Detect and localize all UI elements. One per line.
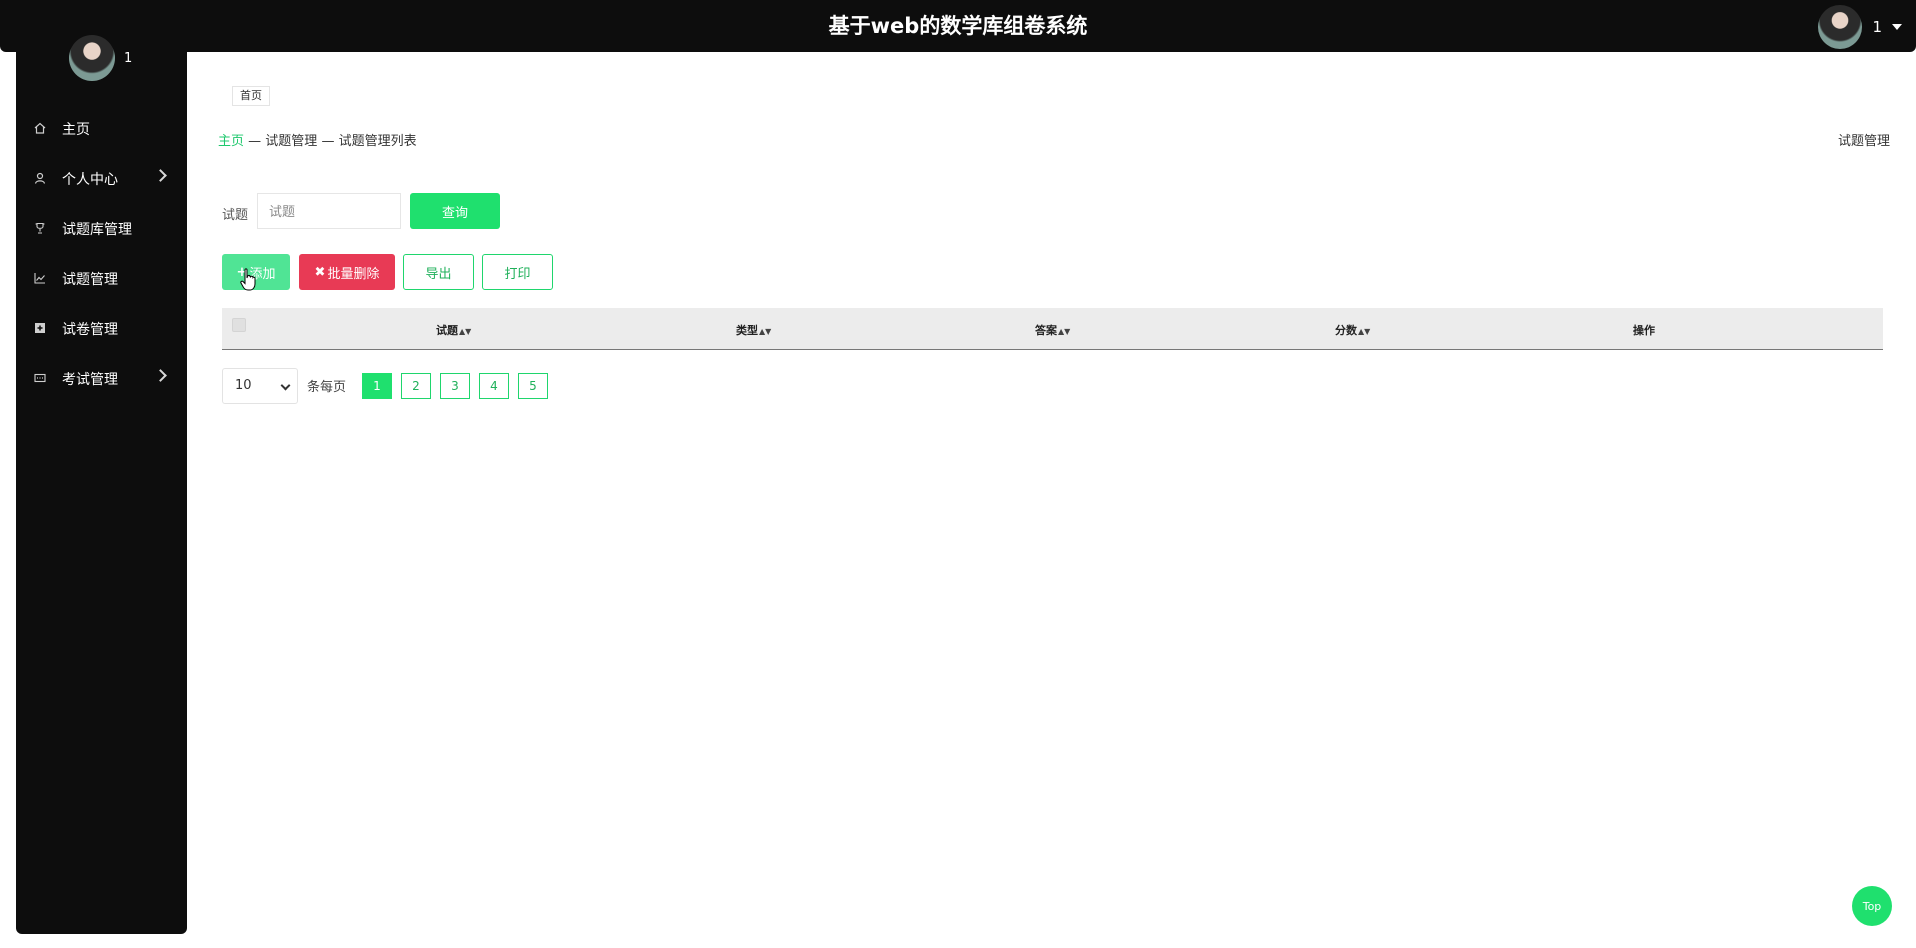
sidebar-item-papers[interactable]: 试卷管理: [16, 304, 187, 354]
sidebar-item-label: 个人中心: [62, 172, 118, 188]
add-button[interactable]: + 添加: [222, 254, 290, 290]
search-label: 试题: [222, 208, 249, 223]
sort-icon[interactable]: ▲▼: [759, 327, 771, 336]
breadcrumb: 主页 — 试题管理 — 试题管理列表: [218, 130, 417, 149]
breadcrumb-level2: 试题管理列表: [338, 134, 417, 149]
sidebar-user-name: 1: [124, 50, 133, 66]
table-header: 试题▲▼ 类型▲▼ 答案▲▼ 分数▲▼ 操作: [222, 308, 1883, 350]
page-button[interactable]: 2: [401, 373, 431, 399]
user-name: 1: [1872, 18, 1882, 36]
chart-icon: [34, 272, 52, 287]
column-header-question[interactable]: 试题▲▼: [436, 322, 471, 338]
column-header-score[interactable]: 分数▲▼: [1335, 322, 1370, 338]
main-panel: 主页 — 试题管理 — 试题管理列表 试题管理 试题 查询 + 添加 ✖ 批量删…: [205, 120, 1900, 421]
page-button[interactable]: 4: [479, 373, 509, 399]
sidebar-item-question-bank[interactable]: 试题库管理: [16, 204, 187, 254]
sidebar-item-home[interactable]: 主页: [16, 104, 187, 154]
avatar: [69, 35, 115, 81]
page-button[interactable]: 3: [440, 373, 470, 399]
sidebar-item-label: 考试管理: [62, 372, 118, 388]
page-button[interactable]: 5: [518, 373, 548, 399]
sidebar-item-label: 主页: [62, 122, 90, 138]
per-page-label: 条每页: [307, 380, 347, 395]
user-icon: [34, 172, 52, 187]
plus-square-icon: [34, 322, 52, 337]
sidebar-item-label: 试题库管理: [62, 222, 132, 238]
sort-icon[interactable]: ▲▼: [1058, 327, 1070, 336]
chevron-right-icon: [154, 369, 167, 382]
export-button[interactable]: 导出: [403, 254, 474, 290]
sort-icon[interactable]: ▲▼: [459, 327, 471, 336]
sidebar-user: 1: [69, 35, 132, 81]
breadcrumb-home[interactable]: 主页: [218, 134, 244, 149]
tab-home[interactable]: 首页: [232, 86, 270, 106]
breadcrumb-level1: 试题管理: [265, 134, 318, 149]
avatar[interactable]: [1818, 5, 1863, 49]
sort-icon[interactable]: ▲▼: [1358, 327, 1370, 336]
pagination: 1 2 3 4 5: [362, 373, 557, 399]
chevron-down-icon: [280, 380, 291, 391]
select-all-checkbox[interactable]: [232, 318, 246, 332]
search-input[interactable]: [257, 193, 401, 229]
sidebar-item-questions[interactable]: 试题管理: [16, 254, 187, 304]
column-header-type[interactable]: 类型▲▼: [736, 322, 771, 338]
back-to-top-button[interactable]: Top: [1852, 886, 1892, 926]
home-icon: [34, 122, 52, 137]
column-header-answer[interactable]: 答案▲▼: [1035, 322, 1070, 338]
sidebar-item-label: 试卷管理: [62, 322, 118, 338]
page-title: 试题管理: [1837, 134, 1890, 149]
user-menu[interactable]: 1: [1818, 5, 1902, 49]
sidebar-item-personal-center[interactable]: 个人中心: [16, 154, 187, 204]
tabs-bar: 首页: [205, 80, 1900, 111]
breadcrumb-separator: —: [248, 134, 262, 149]
print-button[interactable]: 打印: [482, 254, 553, 290]
page-button[interactable]: 1: [362, 373, 392, 399]
batch-delete-button[interactable]: ✖ 批量删除: [299, 254, 395, 290]
query-button[interactable]: 查询: [410, 193, 500, 229]
trophy-icon: [34, 222, 52, 237]
sidebar: 1 主页 个人中心 试题库管理 试题管理 试卷管理 考试管理: [16, 35, 187, 934]
page-size-value: 10: [235, 378, 252, 393]
sidebar-menu: 主页 个人中心 试题库管理 试题管理 试卷管理 考试管理: [16, 104, 187, 404]
card-icon: [34, 372, 52, 387]
sidebar-item-label: 试题管理: [62, 272, 118, 288]
breadcrumb-separator: —: [321, 134, 335, 149]
app-title: 基于web的数学库组卷系统: [828, 14, 1088, 38]
chevron-right-icon: [154, 169, 167, 182]
column-header-actions: 操作: [1633, 324, 1655, 337]
top-bar: 基于web的数学库组卷系统 1: [0, 0, 1916, 52]
hand-cursor-icon: [240, 268, 256, 291]
close-icon: ✖: [314, 264, 326, 280]
batch-delete-label: 批量删除: [327, 266, 380, 282]
caret-down-icon[interactable]: [1892, 24, 1902, 30]
sidebar-item-exams[interactable]: 考试管理: [16, 354, 187, 404]
page-size-select[interactable]: 10: [222, 368, 298, 404]
